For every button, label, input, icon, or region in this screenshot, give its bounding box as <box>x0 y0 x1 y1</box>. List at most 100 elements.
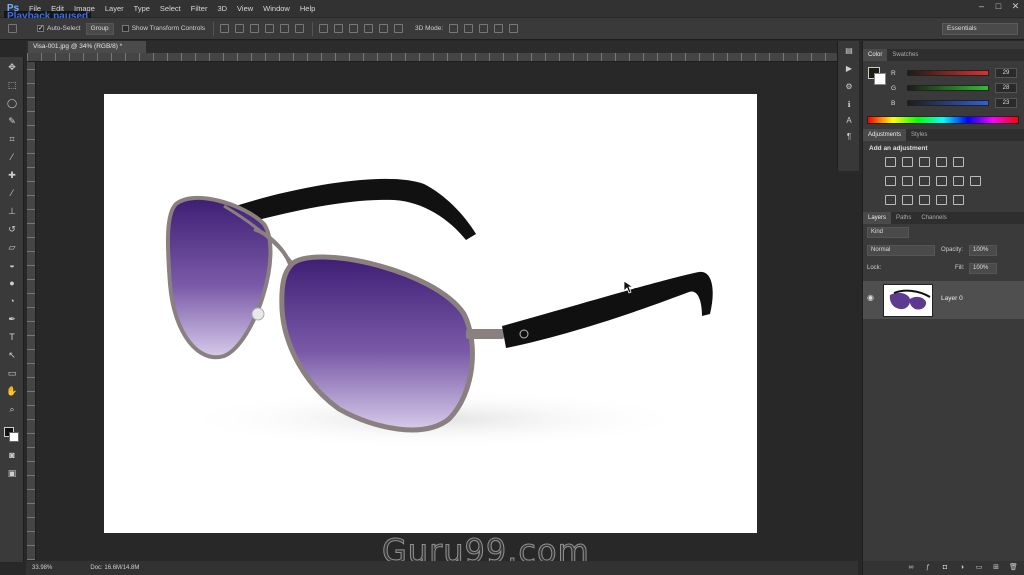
green-value[interactable]: 28 <box>995 83 1017 93</box>
black-white-icon[interactable] <box>919 176 930 186</box>
menu-select[interactable]: Select <box>155 0 186 17</box>
move-tool-preset-icon[interactable] <box>8 24 17 33</box>
distribute-right-icon[interactable] <box>394 24 404 33</box>
curves-icon[interactable] <box>919 157 930 167</box>
threshold-icon[interactable] <box>919 195 930 205</box>
menu-layer[interactable]: Layer <box>100 0 129 17</box>
auto-select-dropdown[interactable]: Group <box>85 22 114 35</box>
posterize-icon[interactable] <box>902 195 913 205</box>
red-value[interactable]: 29 <box>995 68 1017 78</box>
dodge-tool-icon[interactable]: ◔ <box>5 295 19 307</box>
zoom-tool-icon[interactable]: ⌕ <box>5 403 19 415</box>
zoom-level[interactable]: 33.98% <box>32 565 52 571</box>
document-tab[interactable]: Visa-001.jpg @ 34% (RGB/8) * <box>28 41 146 53</box>
fill-field[interactable]: 100% <box>969 263 997 274</box>
layer-row[interactable]: ◉ Layer 0 <box>863 281 1024 319</box>
align-top-icon[interactable] <box>220 24 230 33</box>
menu-3d[interactable]: 3D <box>212 0 232 17</box>
distribute-hcenter-icon[interactable] <box>379 24 389 33</box>
3d-rotate-icon[interactable] <box>449 24 459 33</box>
red-slider[interactable] <box>907 70 989 76</box>
gradient-map-icon[interactable] <box>936 195 947 205</box>
tab-channels[interactable]: Channels <box>916 212 951 224</box>
channel-mixer-icon[interactable] <box>953 176 964 186</box>
type-tool-icon[interactable]: T <box>5 331 19 343</box>
eye-icon[interactable]: ◉ <box>867 293 877 303</box>
paint-bucket-tool-icon[interactable]: ◒ <box>5 259 19 271</box>
tab-swatches[interactable]: Swatches <box>887 49 923 61</box>
layer-thumbnail[interactable] <box>883 284 933 317</box>
actions-panel-icon[interactable]: ▶ <box>843 63 855 75</box>
3d-drag-icon[interactable] <box>479 24 489 33</box>
hand-tool-icon[interactable]: ✋ <box>5 385 19 397</box>
link-layers-icon[interactable]: ∞ <box>907 564 915 572</box>
properties-panel-icon[interactable]: ⚙ <box>843 81 855 93</box>
layer-style-icon[interactable]: ƒ <box>924 564 932 572</box>
menu-type[interactable]: Type <box>129 0 155 17</box>
color-spectrum-bar[interactable] <box>867 116 1019 124</box>
menu-help[interactable]: Help <box>295 0 320 17</box>
levels-icon[interactable] <box>902 157 913 167</box>
pen-tool-icon[interactable]: ✒ <box>5 313 19 325</box>
selective-color-icon[interactable] <box>953 195 964 205</box>
eyedropper-tool-icon[interactable]: ⁄ <box>5 151 19 163</box>
exposure-icon[interactable] <box>936 157 947 167</box>
vertical-ruler[interactable] <box>27 62 36 560</box>
history-brush-tool-icon[interactable]: ↺ <box>5 223 19 235</box>
menu-window[interactable]: Window <box>258 0 295 17</box>
quick-mask-icon[interactable]: ◙ <box>5 449 19 461</box>
photo-filter-icon[interactable] <box>936 176 947 186</box>
adjustment-layer-icon[interactable]: ◑ <box>958 564 966 572</box>
lasso-tool-icon[interactable]: ◯ <box>5 97 19 109</box>
marquee-tool-icon[interactable]: ⬚ <box>5 79 19 91</box>
align-hcenter-icon[interactable] <box>280 24 290 33</box>
align-left-icon[interactable] <box>265 24 275 33</box>
healing-brush-tool-icon[interactable]: ✚ <box>5 169 19 181</box>
tab-layers[interactable]: Layers <box>863 212 892 224</box>
distribute-top-icon[interactable] <box>319 24 329 33</box>
opacity-field[interactable]: 100% <box>969 245 997 256</box>
3d-scale-icon[interactable] <box>509 24 519 33</box>
workspace-switcher[interactable]: Essentials <box>942 23 1018 35</box>
clone-stamp-tool-icon[interactable]: ⊥ <box>5 205 19 217</box>
blue-slider[interactable] <box>907 100 989 106</box>
distribute-bottom-icon[interactable] <box>349 24 359 33</box>
brightness-icon[interactable] <box>885 157 896 167</box>
color-lookup-icon[interactable] <box>970 176 981 186</box>
tab-color[interactable]: Color <box>863 49 888 61</box>
trash-icon[interactable]: 🗑 <box>1009 564 1018 572</box>
new-layer-icon[interactable]: ⊞ <box>992 564 1000 572</box>
document-canvas[interactable] <box>104 94 757 533</box>
invert-icon[interactable] <box>885 195 896 205</box>
color-background-swatch[interactable] <box>874 73 886 85</box>
tab-styles[interactable]: Styles <box>906 129 932 141</box>
transform-controls-checkbox[interactable] <box>121 25 129 32</box>
layer-kind-filter[interactable]: Kind <box>867 227 909 238</box>
minimize-icon[interactable]: – <box>977 2 986 11</box>
eraser-tool-icon[interactable]: ▱ <box>5 241 19 253</box>
layer-name[interactable]: Layer 0 <box>941 295 963 302</box>
close-icon[interactable]: ✕ <box>1011 2 1020 11</box>
canvas-area[interactable]: Guru99.com <box>37 62 855 571</box>
paragraph-panel-icon[interactable]: ¶ <box>843 131 855 143</box>
align-right-icon[interactable] <box>295 24 305 33</box>
vibrance-icon[interactable] <box>953 157 964 167</box>
green-slider[interactable] <box>907 85 989 91</box>
maximize-icon[interactable]: □ <box>994 2 1003 11</box>
blend-mode-dropdown[interactable]: Normal <box>867 245 935 256</box>
horizontal-ruler[interactable] <box>27 53 855 62</box>
layer-mask-icon[interactable]: ◘ <box>941 564 949 572</box>
quick-selection-tool-icon[interactable]: ✎ <box>5 115 19 127</box>
color-balance-icon[interactable] <box>902 176 913 186</box>
tab-paths[interactable]: Paths <box>891 212 916 224</box>
history-panel-icon[interactable]: ▤ <box>843 45 855 57</box>
blue-value[interactable]: 23 <box>995 98 1017 108</box>
hue-saturation-icon[interactable] <box>885 176 896 186</box>
background-color-swatch[interactable] <box>9 432 19 442</box>
align-vcenter-icon[interactable] <box>235 24 245 33</box>
blur-tool-icon[interactable]: ● <box>5 277 19 289</box>
tab-adjustments[interactable]: Adjustments <box>863 129 907 141</box>
menu-filter[interactable]: Filter <box>186 0 213 17</box>
move-tool-icon[interactable]: ✥ <box>5 61 19 73</box>
auto-select-checkbox[interactable]: ✓ <box>37 25 44 32</box>
